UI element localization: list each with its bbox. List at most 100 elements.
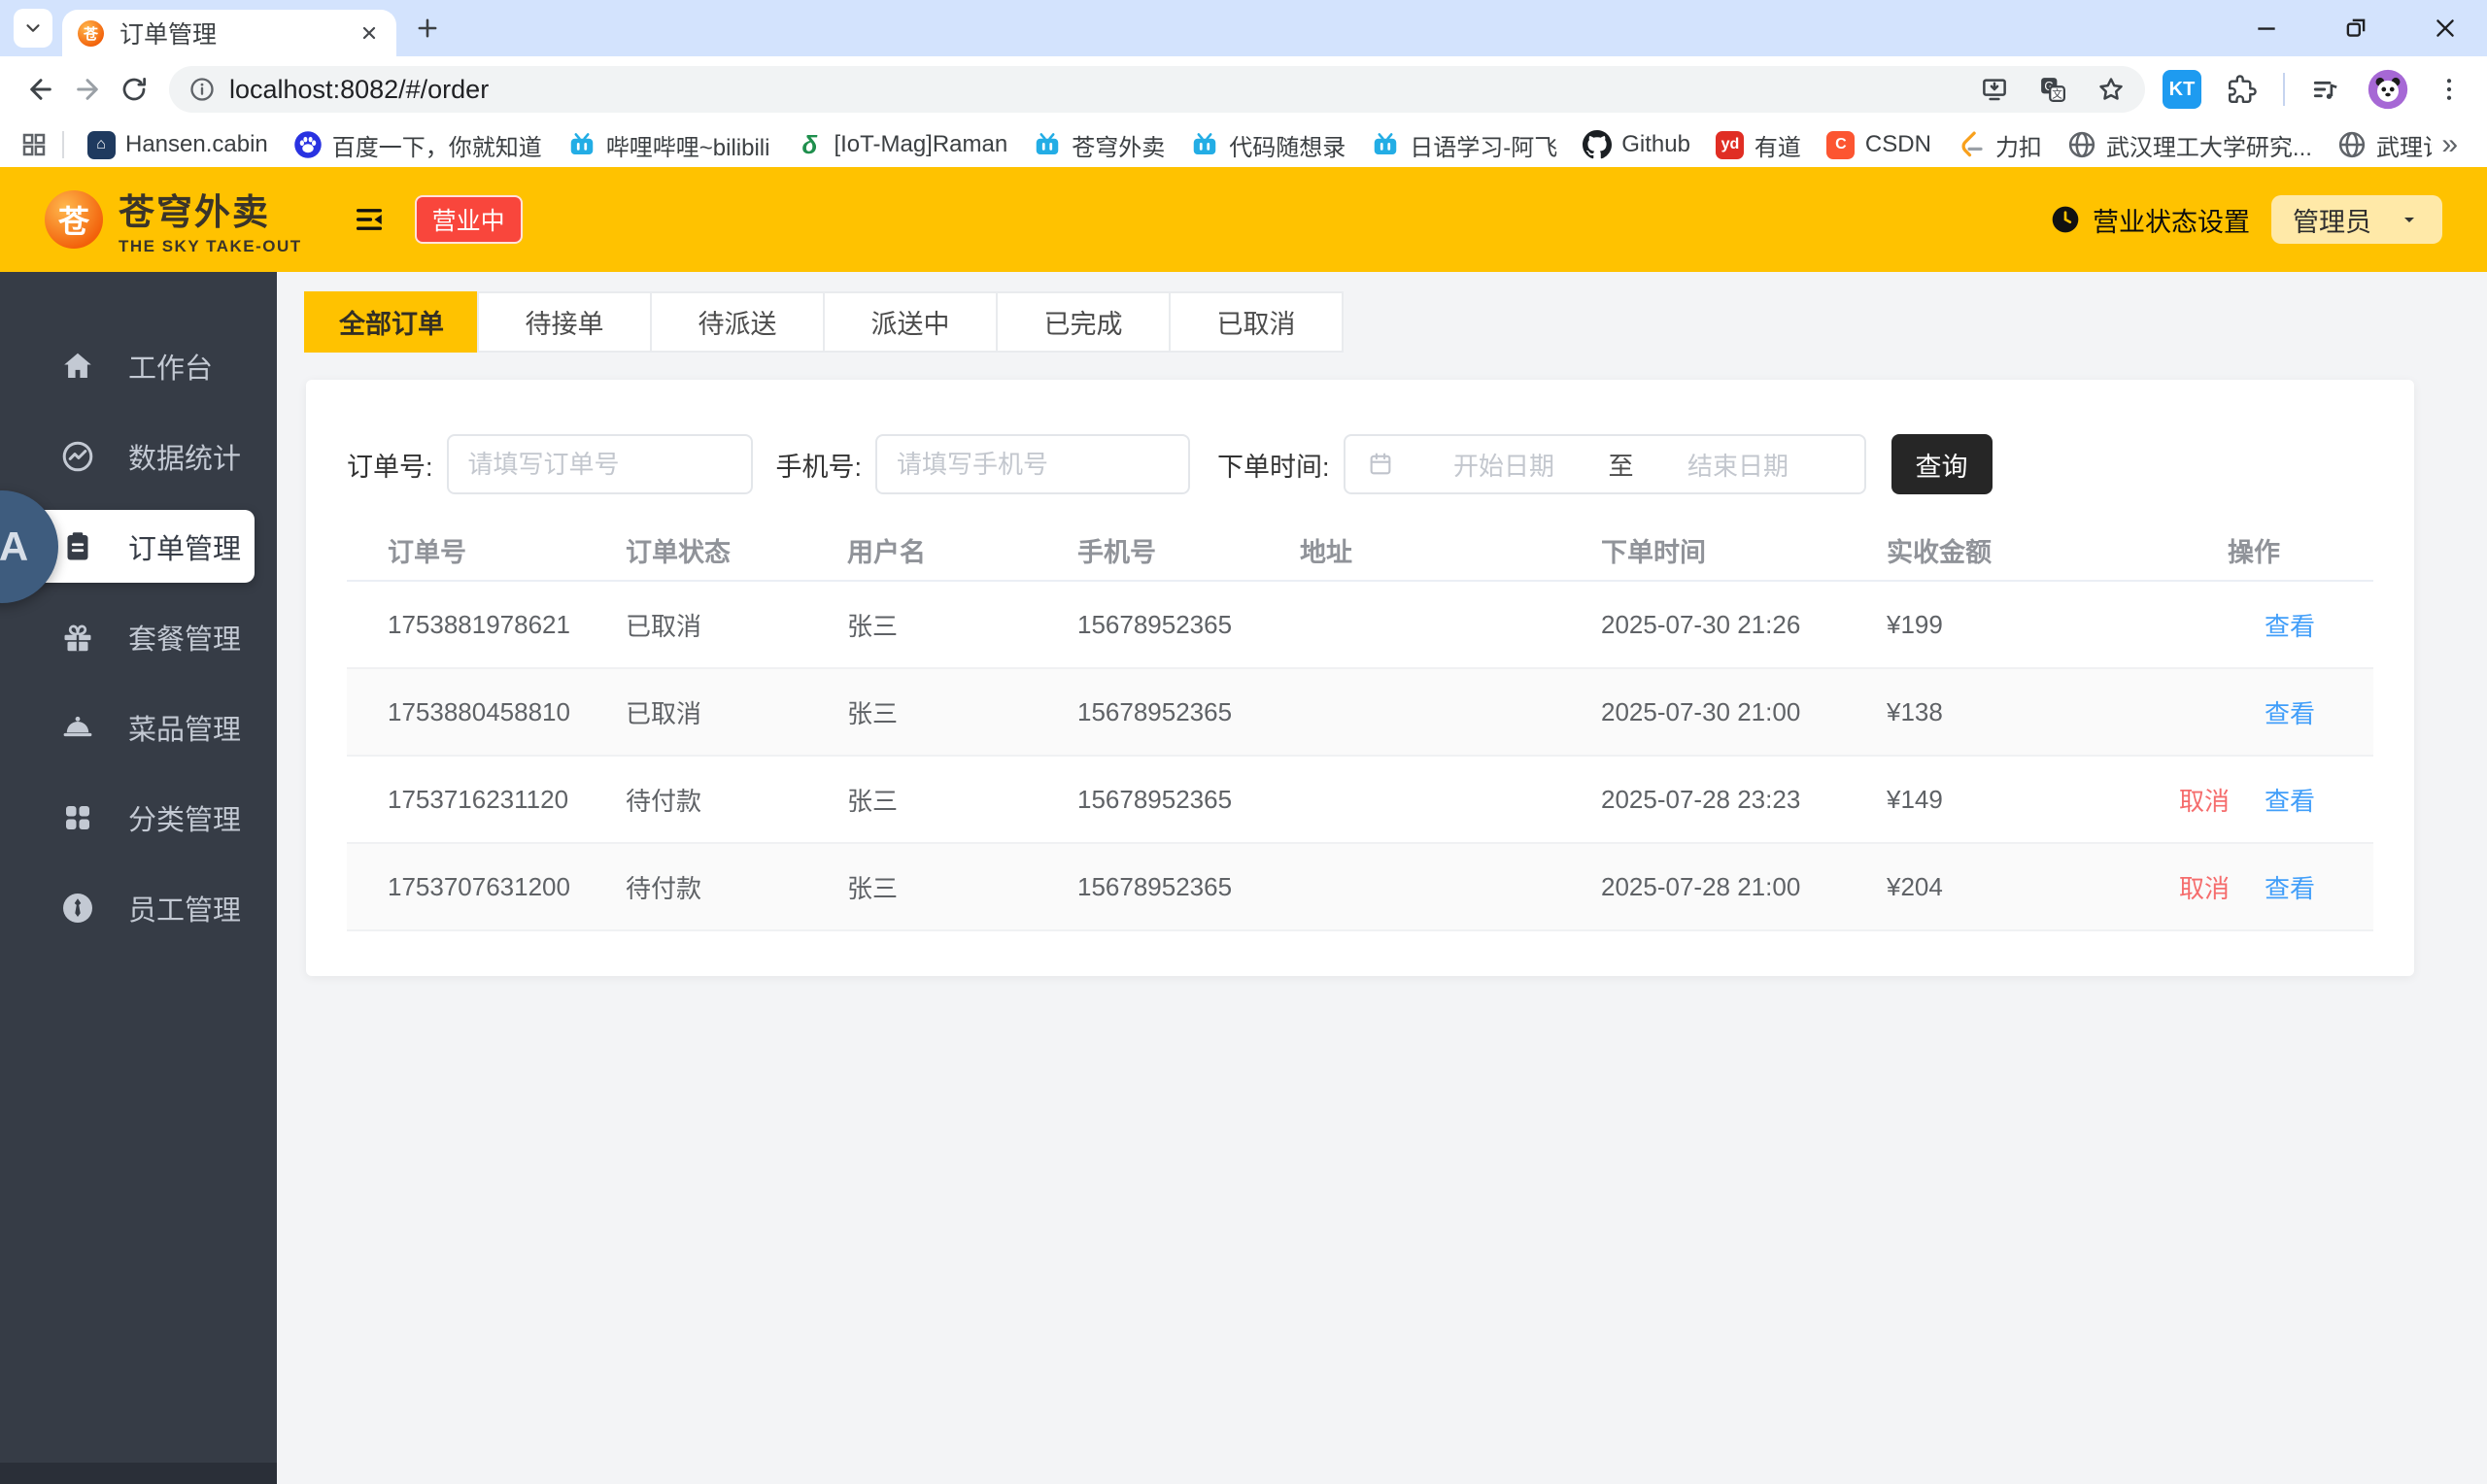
youdao-icon: yd <box>1716 130 1745 159</box>
bookmark-item[interactable]: C CSDN <box>1814 130 1944 159</box>
column-header: 订单状态 <box>626 537 731 567</box>
tab-item[interactable]: 派送中 <box>823 291 998 353</box>
app-body: 工作台 数据统计 订单管理 套餐管理 菜品管理 分类管理 员工管理 全部订单 待… <box>0 272 2487 1484</box>
main-content: 全部订单 待接单 待派送 派送中 已完成 已取消 订单号: 请填写订单号 手机号… <box>277 272 2487 1484</box>
refresh-button[interactable] <box>111 66 157 113</box>
restore-button[interactable] <box>2343 16 2368 41</box>
column-header: 订单号 <box>388 537 466 567</box>
bookmark-item[interactable]: 代码随想录 <box>1177 128 1358 162</box>
baidu-icon <box>293 130 323 159</box>
view-order-link[interactable]: 查看 <box>2265 782 2315 818</box>
back-button[interactable] <box>17 66 64 113</box>
tab-search-button[interactable] <box>14 9 52 48</box>
app-header: 苍 苍穹外卖 THE SKY TAKE-OUT 营业中 营业状态设置 管理员 <box>0 167 2487 272</box>
apps-grid-icon[interactable] <box>19 130 49 159</box>
screen: { "browser": { "tab_title": "订单管理", "url… <box>0 0 2487 1484</box>
sidebar-item[interactable]: 员工管理 <box>0 862 277 953</box>
tab-item[interactable]: 已完成 <box>996 291 1171 353</box>
cancel-order-link[interactable]: 取消 <box>2179 869 2230 905</box>
media-controls-icon[interactable] <box>2310 74 2341 105</box>
page-info-icon[interactable] <box>188 76 216 103</box>
tab-item[interactable]: 全部订单 <box>304 291 479 353</box>
order-time-cell: 2025-07-30 21:00 <box>1601 696 1801 726</box>
install-app-icon[interactable] <box>1980 75 2009 104</box>
order-no-input[interactable] <box>446 434 753 494</box>
brand: 苍穹外卖 THE SKY TAKE-OUT <box>119 183 302 256</box>
date-range-separator: 至 <box>1608 451 1634 481</box>
user-menu[interactable]: 管理员 <box>2271 195 2442 244</box>
view-order-link[interactable]: 查看 <box>2265 694 2315 730</box>
tab-label: 待派送 <box>698 310 777 339</box>
bookmark-item[interactable]: yd 有道 <box>1703 128 1814 162</box>
browser-menu-icon[interactable] <box>2435 75 2464 104</box>
bookmark-label: 武汉理工大学研究... <box>2105 134 2312 161</box>
bookmark-item[interactable]: 百度一下，你就知道 <box>281 128 555 162</box>
actions-cell: 取消 查看 <box>2179 869 2373 905</box>
bookmark-item[interactable]: 哔哩哔哩~bilibili <box>555 128 783 162</box>
actions-cell: 取消 查看 <box>2179 782 2373 818</box>
minimize-button[interactable] <box>2254 16 2279 41</box>
sidebar-item[interactable]: 工作台 <box>0 320 277 411</box>
column-header: 操作 <box>2228 537 2280 567</box>
tab-close-icon[interactable] <box>358 21 381 45</box>
close-button[interactable] <box>2433 16 2458 41</box>
cancel-order-link[interactable]: 取消 <box>2179 782 2230 818</box>
date-range-picker[interactable]: 开始日期 至 结束日期 <box>1343 434 1866 494</box>
bookmark-star-icon[interactable] <box>2096 75 2126 104</box>
bookmark-item[interactable]: 武汉理工大学研究... <box>2055 128 2325 162</box>
sidebar-menu: 工作台 数据统计 订单管理 套餐管理 菜品管理 分类管理 员工管理 <box>0 320 277 953</box>
tab-item[interactable]: 待接单 <box>477 291 652 353</box>
bookmark-item[interactable]: 苍穹外卖 <box>1020 128 1177 162</box>
amount-cell: ¥149 <box>1887 784 1943 814</box>
bookmark-label: 百度一下，你就知道 <box>331 134 542 161</box>
dish-icon <box>60 710 95 745</box>
kt-extension-icon[interactable]: KT <box>2163 70 2201 109</box>
extensions-puzzle-icon[interactable] <box>2227 74 2258 105</box>
order-no-cell: 1753881978621 <box>388 609 570 639</box>
sidebar-item[interactable]: 数据统计 <box>0 411 277 501</box>
tab-label: 派送中 <box>870 310 950 339</box>
sidebar-item[interactable]: 套餐管理 <box>0 591 277 682</box>
sidebar-fold-icon[interactable] <box>353 203 386 236</box>
end-date-placeholder[interactable]: 结束日期 <box>1634 447 1843 483</box>
bookmark-item[interactable]: 力扣 <box>1944 128 2055 162</box>
new-tab-button[interactable] <box>414 15 441 42</box>
bookmark-item[interactable]: 日语学习-阿飞 <box>1358 128 1570 162</box>
view-order-link[interactable]: 查看 <box>2265 869 2315 905</box>
order-time-cell: 2025-07-28 21:00 <box>1601 871 1801 901</box>
tab-label: 已完成 <box>1043 310 1123 339</box>
table-row: 1753881978621 已取消 张三 15678952365 2025-07… <box>347 582 2373 669</box>
profile-avatar[interactable] <box>2367 68 2409 111</box>
url-text[interactable]: localhost:8082/#/order <box>229 75 489 105</box>
sidebar-item-label: 订单管理 <box>128 533 242 565</box>
phone-input[interactable] <box>875 434 1191 494</box>
bookmark-label: [IoT-Mag]Raman <box>834 131 1008 157</box>
sidebar-item[interactable]: 菜品管理 <box>0 682 277 772</box>
browser-tab[interactable]: 苍 订单管理 <box>62 10 396 56</box>
bookmark-item[interactable]: Github <box>1570 130 1703 159</box>
bookmark-label: Github <box>1621 131 1690 157</box>
bilibili-icon <box>1033 130 1062 159</box>
bookmark-label: 武理计算机学院 <box>2375 134 2432 161</box>
amount-cell: ¥199 <box>1887 609 1943 639</box>
sidebar-item[interactable]: 分类管理 <box>0 772 277 862</box>
address-bar[interactable]: localhost:8082/#/order G文 <box>169 66 2145 113</box>
tab-item[interactable]: 已取消 <box>1169 291 1344 353</box>
translate-icon[interactable]: G文 <box>2038 75 2067 104</box>
bookmark-item[interactable]: δ [IoT-Mag]Raman <box>782 130 1020 159</box>
tab-item[interactable]: 待派送 <box>650 291 825 353</box>
start-date-placeholder[interactable]: 开始日期 <box>1400 447 1609 483</box>
forward-button[interactable] <box>64 66 111 113</box>
tab-label: 已取消 <box>1216 310 1296 339</box>
business-status-setting[interactable]: 营业状态设置 <box>2050 201 2250 239</box>
amount-cell: ¥138 <box>1887 696 1943 726</box>
browser-titlebar: 苍 订单管理 <box>0 0 2487 56</box>
bookmark-item[interactable]: 武理计算机学院 <box>2325 128 2432 162</box>
category-icon <box>60 800 95 835</box>
bookmark-item[interactable]: ⌂ Hansen.cabin <box>74 130 281 159</box>
bookmark-list: ⌂ Hansen.cabin 百度一下，你就知道 哔哩哔哩~bilibili δ… <box>74 128 2432 162</box>
search-button[interactable]: 查询 <box>1891 434 1993 494</box>
bookmarks-overflow-icon[interactable]: » <box>2432 128 2468 161</box>
view-order-link[interactable]: 查看 <box>2265 607 2315 643</box>
order-status-cell: 已取消 <box>626 611 702 641</box>
